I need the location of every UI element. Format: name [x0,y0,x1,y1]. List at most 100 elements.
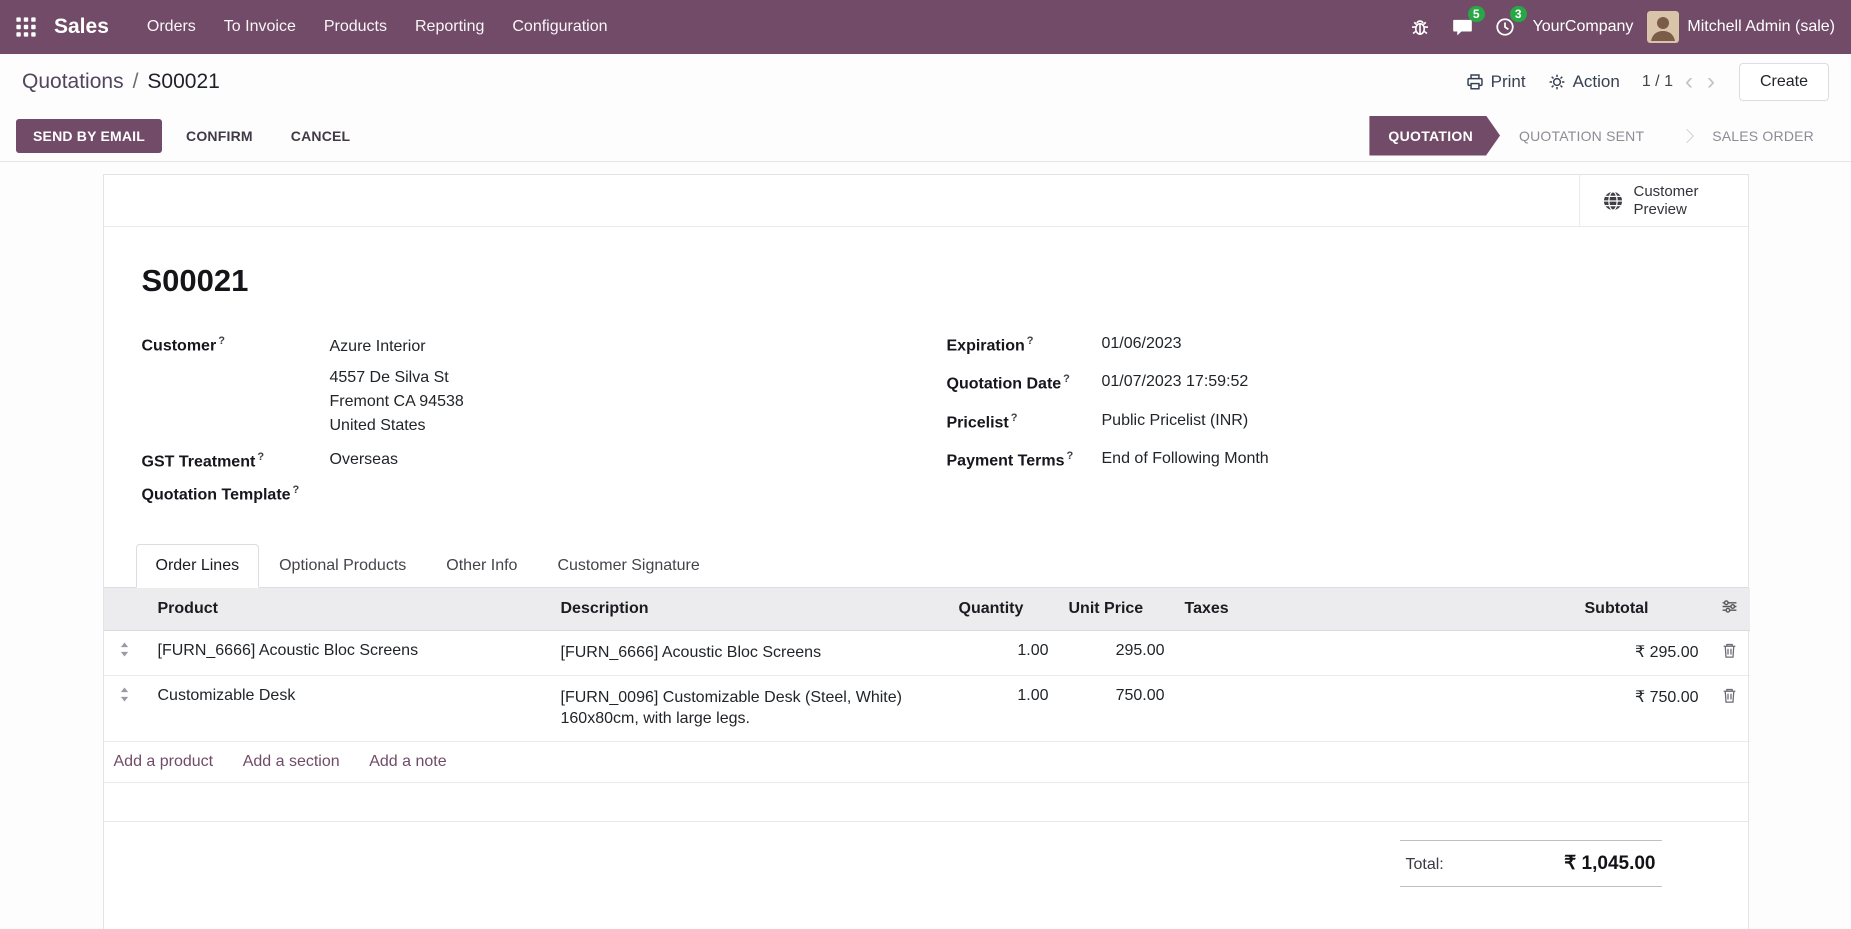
quotation-date-value[interactable]: 01/07/2023 17:59:52 [1102,373,1249,393]
delete-line-icon[interactable] [1721,687,1738,704]
customer-address-street: 4557 De Silva St [330,366,464,390]
tab-customer-signature[interactable]: Customer Signature [537,544,719,588]
table-row[interactable]: Customizable Desk [FURN_0096] Customizab… [104,675,1750,741]
customer-address-country: United States [330,414,464,438]
apps-menu-button[interactable] [0,0,52,54]
subtotal-column-header[interactable]: Subtotal [1575,588,1709,631]
order-lines-list: Product Description Quantity Unit Price … [104,588,1748,783]
help-icon: ? [218,335,225,347]
stage-sales-order[interactable]: SALES ORDER [1663,116,1833,156]
drag-handle-icon[interactable] [118,687,138,702]
stage-status-bar: QUOTATION QUOTATION SENT SALES ORDER [1369,116,1833,156]
line-unit-price[interactable]: 750.00 [1059,675,1175,741]
nav-item-reporting[interactable]: Reporting [401,10,498,44]
expiration-value[interactable]: 01/06/2023 [1102,335,1182,355]
list-header-row: Product Description Quantity Unit Price … [104,588,1750,631]
add-a-product-link[interactable]: Add a product [114,753,214,770]
company-switcher[interactable]: YourCompany [1533,18,1634,36]
pager-value: 1 / 1 [1642,73,1673,91]
totals-box: Total: ₹ 1,045.00 [1400,840,1662,887]
line-product[interactable]: [FURN_6666] Acoustic Bloc Screens [148,630,551,675]
field-customer: Customer? Azure Interior 4557 De Silva S… [142,335,947,438]
total-label: Total: [1406,856,1444,874]
breadcrumb-separator: / [133,70,139,94]
pager: 1 / 1 ‹ › [1642,70,1717,94]
notebook-tabs: Order Lines Optional Products Other Info… [104,544,1748,588]
optional-columns-icon[interactable] [1721,598,1738,615]
quantity-column-header[interactable]: Quantity [949,588,1059,631]
user-menu[interactable]: Mitchell Admin (sale) [1647,11,1835,43]
line-description[interactable]: [FURN_0096] Customizable Desk (Steel, Wh… [551,675,949,741]
customer-value[interactable]: Azure Interior 4557 De Silva St Fremont … [330,335,464,438]
tab-order-lines[interactable]: Order Lines [136,544,260,588]
breadcrumb-current: S00021 [147,70,219,94]
nav-item-configuration[interactable]: Configuration [498,10,621,44]
gear-icon [1548,73,1566,91]
line-taxes[interactable] [1175,675,1575,741]
apps-grid-icon [15,16,37,38]
action-label: Action [1573,72,1620,92]
form-content: Customer Preview S00021 Customer? Azure … [0,174,1851,929]
print-button[interactable]: Print [1466,72,1526,92]
help-icon: ? [257,451,264,463]
control-panel-actions: Print Action 1 / 1 ‹ › Create [1466,63,1829,101]
field-payment-terms: Payment Terms? End of Following Month [947,450,1710,470]
debug-button[interactable] [1406,13,1434,41]
tab-optional-products[interactable]: Optional Products [259,544,426,588]
field-expiration: Expiration? 01/06/2023 [947,335,1710,355]
payment-terms-value[interactable]: End of Following Month [1102,450,1269,470]
nav-item-to-invoice[interactable]: To Invoice [210,10,310,44]
pager-next-icon[interactable]: › [1705,70,1717,94]
nav-item-products[interactable]: Products [310,10,401,44]
confirm-button[interactable]: CONFIRM [172,119,267,153]
breadcrumb-quotations-link[interactable]: Quotations [22,70,124,94]
quotation-title: S00021 [142,263,1710,299]
customer-name[interactable]: Azure Interior [330,335,464,359]
main-menu: Orders To Invoice Products Reporting Con… [133,0,622,54]
line-subtotal: ₹ 750.00 [1575,675,1709,741]
field-quotation-date: Quotation Date? 01/07/2023 17:59:52 [947,373,1710,393]
cancel-button[interactable]: CANCEL [277,119,365,153]
line-product[interactable]: Customizable Desk [148,675,551,741]
pager-previous-icon[interactable]: ‹ [1683,70,1695,94]
field-group: Customer? Azure Interior 4557 De Silva S… [142,335,1710,518]
product-column-header[interactable]: Product [148,588,551,631]
line-quantity[interactable]: 1.00 [949,630,1059,675]
table-row[interactable]: [FURN_6666] Acoustic Bloc Screens [FURN_… [104,630,1750,675]
unit-price-column-header[interactable]: Unit Price [1059,588,1175,631]
stage-quotation-sent[interactable]: QUOTATION SENT [1500,116,1663,156]
gst-treatment-value[interactable]: Overseas [330,451,398,471]
activities-button[interactable]: 3 [1491,13,1519,41]
line-subtotal: ₹ 295.00 [1575,630,1709,675]
messages-button[interactable]: 5 [1448,13,1477,42]
app-brand[interactable]: Sales [52,15,119,39]
customer-preview-button[interactable]: Customer Preview [1579,175,1748,226]
description-column-header[interactable]: Description [551,588,949,631]
line-taxes[interactable] [1175,630,1575,675]
quotation-date-label: Quotation Date? [947,373,1102,393]
add-a-section-link[interactable]: Add a section [243,753,340,770]
tab-other-info[interactable]: Other Info [426,544,537,588]
control-panel: Quotations / S00021 Print Action [0,54,1851,110]
nav-item-orders[interactable]: Orders [133,10,210,44]
line-description[interactable]: [FURN_6666] Acoustic Bloc Screens [551,630,949,675]
stage-quotation[interactable]: QUOTATION [1369,116,1500,156]
send-by-email-button[interactable]: SEND BY EMAIL [16,119,162,153]
drag-handle-icon[interactable] [118,642,138,657]
help-icon: ? [293,484,300,496]
quotation-template-label: Quotation Template? [142,484,330,504]
create-button[interactable]: Create [1739,63,1829,101]
bug-icon [1410,17,1430,37]
top-navbar: Sales Orders To Invoice Products Reporti… [0,0,1851,54]
form-status-bar: SEND BY EMAIL CONFIRM CANCEL QUOTATION Q… [0,110,1851,162]
add-a-note-link[interactable]: Add a note [369,753,446,770]
notebook: Order Lines Optional Products Other Info… [142,544,1710,929]
line-quantity[interactable]: 1.00 [949,675,1059,741]
taxes-column-header[interactable]: Taxes [1175,588,1575,631]
line-unit-price[interactable]: 295.00 [1059,630,1175,675]
pricelist-value[interactable]: Public Pricelist (INR) [1102,412,1249,432]
navbar-systray: 5 3 YourCompany Mitchell Admin (sale) [1406,11,1835,43]
action-button[interactable]: Action [1548,72,1620,92]
button-box: Customer Preview [104,175,1748,227]
delete-line-icon[interactable] [1721,642,1738,659]
